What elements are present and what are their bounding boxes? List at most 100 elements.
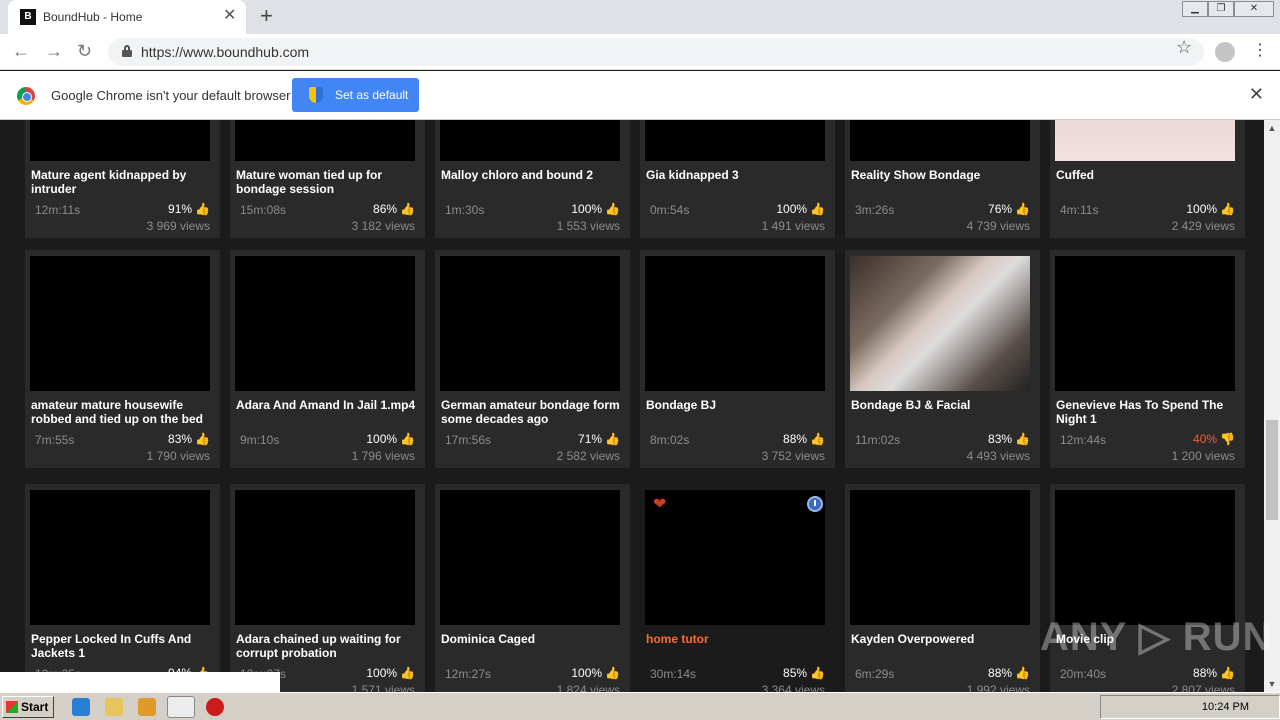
back-button[interactable]: ←: [12, 41, 30, 61]
video-card[interactable]: Malloy chloro and bound 2 1m:30s 100% 👍 1 55…: [435, 120, 630, 238]
favorite-heart-icon[interactable]: ❤: [653, 494, 666, 514]
video-card[interactable]: German amateur bondage form some decades…: [435, 250, 630, 468]
new-tab-button[interactable]: +: [260, 4, 273, 28]
profile-avatar[interactable]: [1215, 42, 1235, 62]
video-title[interactable]: Mature agent kidnapped by intruder: [31, 168, 211, 196]
video-views: 3 182 views: [351, 219, 415, 233]
rating-percent: 40%: [1193, 432, 1218, 446]
video-title[interactable]: Reality Show Bondage: [851, 168, 1031, 182]
anyrun-watermark: ANY ▷ RUN: [1040, 615, 1273, 659]
start-button[interactable]: Start: [2, 696, 54, 718]
bookmark-star-icon[interactable]: ☆: [1176, 37, 1192, 58]
video-thumbnail[interactable]: [645, 120, 825, 161]
thumbs-up-icon: 👍: [605, 202, 620, 216]
video-duration: 9m:10s: [240, 433, 280, 447]
thumbs-up-icon: 👍: [1220, 666, 1235, 680]
forward-button[interactable]: →: [45, 41, 63, 61]
thumbs-up-icon: 👍: [1015, 202, 1030, 216]
tab-boundhub[interactable]: B BoundHub - Home ✕: [8, 0, 246, 34]
video-thumbnail[interactable]: [645, 490, 825, 625]
opera-icon[interactable]: [206, 698, 224, 716]
video-rating: 100% 👍: [571, 202, 620, 216]
video-thumbnail[interactable]: [235, 256, 415, 391]
watch-later-clock-icon[interactable]: [807, 496, 823, 512]
close-window-button[interactable]: ✕: [1234, 1, 1274, 17]
thumbs-up-icon: 👍: [810, 432, 825, 446]
video-title[interactable]: German amateur bondage form some decades…: [441, 398, 621, 426]
video-views: 2 582 views: [556, 449, 620, 463]
video-card[interactable]: Movie clip 20m:40s 88% 👍 2 807 views: [1050, 484, 1245, 692]
video-thumbnail[interactable]: [30, 490, 210, 625]
rating-percent: 100%: [571, 202, 603, 216]
video-card[interactable]: amateur mature housewife robbed and tied…: [25, 250, 220, 468]
video-title[interactable]: Adara chained up waiting for corrupt pro…: [236, 632, 416, 660]
url-text[interactable]: https://www.boundhub.com: [141, 44, 309, 60]
file-explorer-icon[interactable]: [105, 698, 123, 716]
video-card[interactable]: Mature woman tied up for bondage session…: [230, 120, 425, 238]
reload-button[interactable]: ↻: [77, 41, 92, 61]
video-rating: 88% 👍: [988, 666, 1030, 680]
close-tab-icon[interactable]: ✕: [223, 8, 236, 24]
video-title[interactable]: home tutor: [646, 632, 826, 646]
video-title[interactable]: Bondage BJ & Facial: [851, 398, 1031, 412]
thumbs-up-icon: 👍: [400, 202, 415, 216]
thumbs-up-icon: 👍: [195, 202, 210, 216]
video-card[interactable]: Mature agent kidnapped by intruder 12m:11…: [25, 120, 220, 238]
video-title[interactable]: Kayden Overpowered: [851, 632, 1031, 646]
address-bar[interactable]: https://www.boundhub.com: [108, 38, 1204, 66]
video-card[interactable]: Cuffed 4m:11s 100% 👍 2 429 views: [1050, 120, 1245, 238]
video-thumbnail[interactable]: [850, 256, 1030, 391]
system-tray: 10:24 PM: [1100, 695, 1280, 719]
video-thumbnail[interactable]: [235, 120, 415, 161]
video-title[interactable]: Malloy chloro and bound 2: [441, 168, 621, 182]
video-card[interactable]: Bondage BJ 8m:02s 88% 👍 3 752 views: [640, 250, 835, 468]
video-thumbnail[interactable]: [1055, 120, 1235, 161]
video-card[interactable]: Dominica Caged 12m:27s 100% 👍 1 824 views: [435, 484, 630, 692]
video-card[interactable]: Kayden Overpowered 6m:29s 88% 👍 1 992 views: [845, 484, 1040, 692]
minimize-button[interactable]: ▁: [1182, 1, 1208, 17]
video-duration: 7m:55s: [35, 433, 75, 447]
video-card[interactable]: Gia kidnapped 3 0m:54s 100% 👍 1 491 views: [640, 120, 835, 238]
video-card[interactable]: Bondage BJ & Facial 11m:02s 83% 👍 4 493 view…: [845, 250, 1040, 468]
video-title[interactable]: Cuffed: [1056, 168, 1236, 182]
video-title[interactable]: Pepper Locked In Cuffs And Jackets 1: [31, 632, 211, 660]
page-scrollbar[interactable]: ▲ ▼: [1264, 120, 1280, 692]
video-title[interactable]: Mature woman tied up for bondage session: [236, 168, 416, 196]
video-thumbnail[interactable]: [235, 490, 415, 625]
video-thumbnail[interactable]: [1055, 256, 1235, 391]
video-title[interactable]: amateur mature housewife robbed and tied…: [31, 398, 211, 426]
video-thumbnail[interactable]: [850, 490, 1030, 625]
video-thumbnail[interactable]: [1055, 490, 1235, 625]
set-as-default-button[interactable]: Set as default: [292, 78, 419, 112]
media-player-icon[interactable]: [138, 698, 156, 716]
video-title[interactable]: Genevieve Has To Spend The Night 1: [1056, 398, 1236, 426]
internet-explorer-icon[interactable]: [72, 698, 90, 716]
video-thumbnail[interactable]: [440, 490, 620, 625]
scroll-up-arrow-icon[interactable]: ▲: [1264, 120, 1280, 136]
scroll-down-arrow-icon[interactable]: ▼: [1264, 676, 1280, 692]
video-thumbnail[interactable]: [30, 256, 210, 391]
thumbs-up-icon: 👍: [195, 432, 210, 446]
video-duration: 12m:27s: [445, 667, 492, 681]
video-title[interactable]: Adara And Amand In Jail 1.mp4: [236, 398, 416, 412]
video-thumbnail[interactable]: [440, 256, 620, 391]
video-title[interactable]: Dominica Caged: [441, 632, 621, 646]
scrollbar-thumb[interactable]: [1266, 420, 1278, 520]
video-card[interactable]: Adara chained up waiting for corrupt pro…: [230, 484, 425, 692]
maximize-button[interactable]: ❐: [1208, 1, 1234, 17]
video-card[interactable]: ❤ home tutor 30m:14s 85% 👍 3 364 views: [640, 484, 835, 692]
video-thumbnail[interactable]: [645, 256, 825, 391]
video-card[interactable]: Reality Show Bondage 3m:26s 76% 👍 4 739 view…: [845, 120, 1040, 238]
site-favicon-icon: B: [20, 9, 36, 25]
chrome-taskbar-button[interactable]: [167, 696, 195, 718]
video-title[interactable]: Bondage BJ: [646, 398, 826, 412]
video-title[interactable]: Gia kidnapped 3: [646, 168, 826, 182]
video-thumbnail[interactable]: [850, 120, 1030, 161]
video-card[interactable]: Adara And Amand In Jail 1.mp4 9m:10s 100% 👍…: [230, 250, 425, 468]
video-card[interactable]: Pepper Locked In Cuffs And Jackets 113m:…: [25, 484, 220, 692]
video-thumbnail[interactable]: [440, 120, 620, 161]
infobar-close-icon[interactable]: ✕: [1249, 85, 1264, 103]
video-thumbnail[interactable]: [30, 120, 210, 161]
video-card[interactable]: Genevieve Has To Spend The Night 1 12m:44…: [1050, 250, 1245, 468]
chrome-menu-icon[interactable]: ⋮: [1252, 42, 1268, 60]
